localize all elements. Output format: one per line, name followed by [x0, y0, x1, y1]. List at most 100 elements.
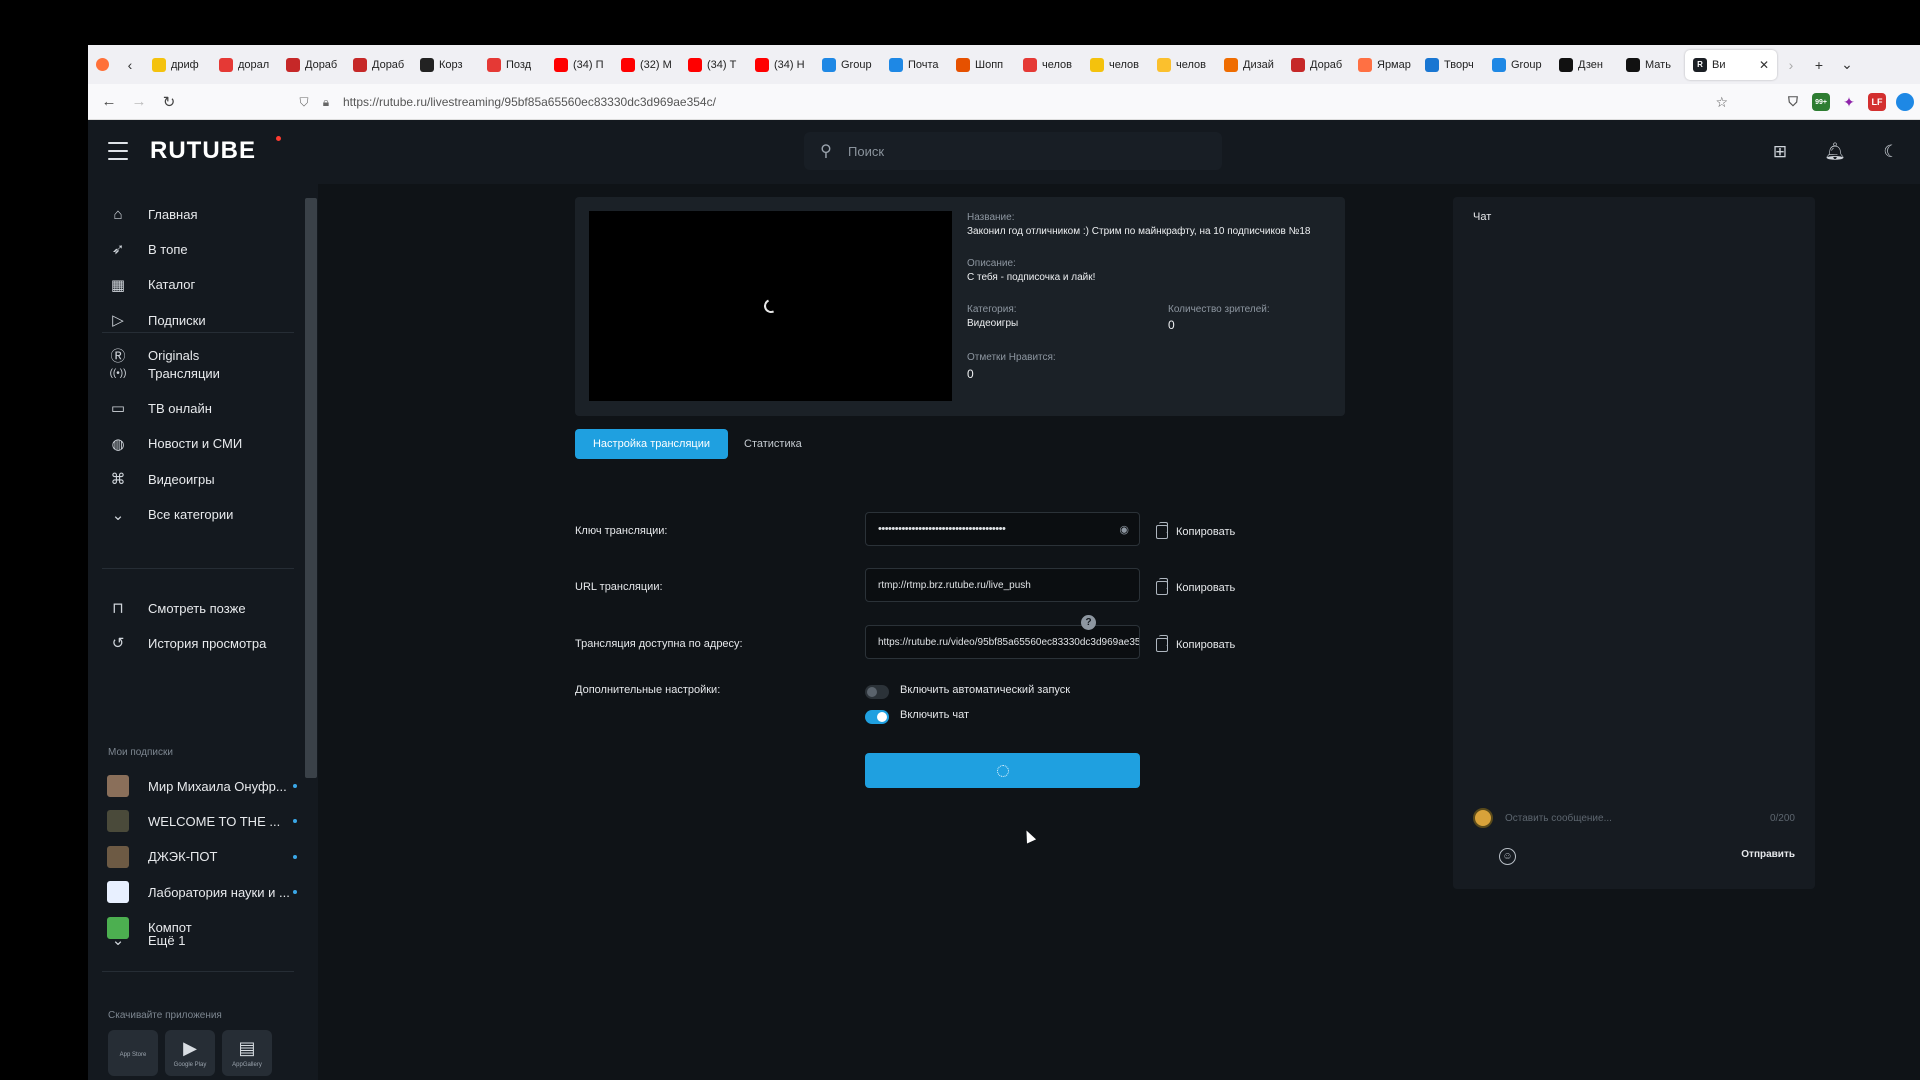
firefox-icon[interactable] — [88, 51, 116, 79]
subscription-item[interactable]: Лаборатория науки и ... — [88, 876, 302, 908]
browser-tab[interactable]: Group — [814, 50, 881, 80]
search-icon[interactable]: ⚲ — [804, 141, 848, 161]
autostart-toggle[interactable] — [865, 685, 889, 699]
browser-tab[interactable]: Шопп — [948, 50, 1015, 80]
browser-tab[interactable]: Ярмар — [1350, 50, 1417, 80]
stream-key-field[interactable]: •••••••••••••••••••••••••••••••••••••• ◉ — [865, 512, 1140, 546]
copy-address-button[interactable]: Копировать — [1156, 635, 1235, 655]
extension-badge-icon[interactable]: 99+ — [1812, 93, 1830, 111]
stream-key-value[interactable]: •••••••••••••••••••••••••••••••••••••• — [878, 523, 1006, 535]
profile-extension-icon[interactable] — [1896, 93, 1914, 111]
forward-arrow-icon[interactable]: → — [124, 87, 154, 117]
sidebar-item[interactable]: ▭ ТВ онлайн — [88, 392, 302, 424]
copy-icon — [1156, 635, 1168, 652]
stream-url-value[interactable]: rtmp://rtmp.brz.rutube.ru/live_push — [878, 580, 1031, 591]
sidebar-item[interactable]: ↺ История просмотра — [88, 627, 302, 659]
sidebar-item-more[interactable]: ⌄ Ещё 1 — [88, 924, 302, 956]
sidebar-item[interactable]: ◍ Новости и СМИ — [88, 428, 302, 460]
browser-tab[interactable]: Мать — [1618, 50, 1685, 80]
browser-tab[interactable]: Дораб — [1283, 50, 1350, 80]
shield-icon[interactable]: ⛉ — [293, 95, 315, 110]
browser-tab[interactable]: Творч — [1417, 50, 1484, 80]
browser-tab[interactable]: (34) Т — [680, 50, 747, 80]
browser-tab[interactable]: Корз — [412, 50, 479, 80]
browser-tab[interactable]: челов — [1082, 50, 1149, 80]
address-bar[interactable]: ⛉ 🔒︎ https://rutube.ru/livestreaming/95b… — [293, 88, 1728, 116]
new-tab-icon[interactable]: + — [1805, 51, 1833, 79]
close-tab-icon[interactable]: ✕ — [1759, 58, 1769, 72]
sidebar-item[interactable]: ▦ Каталог — [88, 269, 302, 301]
rutube-logo[interactable]: RUTUBE — [150, 137, 256, 165]
notifications-bell-icon[interactable]: 🔔︎ — [1823, 140, 1847, 164]
search-input[interactable] — [848, 143, 1188, 159]
stream-address-value[interactable]: https://rutube.ru/video/95bf85a65560ec83… — [878, 637, 1139, 648]
subscription-item[interactable]: ДЖЭК-ПОТ — [88, 841, 302, 873]
chat-toggle[interactable] — [865, 710, 889, 724]
browser-tab[interactable]: Дораб — [345, 50, 412, 80]
puzzle-icon[interactable]: ✦ — [1840, 93, 1858, 111]
tab-statistics[interactable]: Статистика — [744, 429, 802, 459]
bookmark-star-icon[interactable]: ☆ — [1715, 94, 1728, 111]
sidebar-item[interactable]: ⌄ Все категории — [88, 499, 302, 531]
eye-icon[interactable]: ◉ — [1119, 523, 1129, 536]
browser-tab[interactable]: Group — [1484, 50, 1551, 80]
stream-url-field[interactable]: rtmp://rtmp.brz.rutube.ru/live_push — [865, 568, 1140, 602]
tabs-scroll-right-icon[interactable]: › — [1777, 51, 1805, 79]
copy-url-button[interactable]: Копировать — [1156, 578, 1235, 598]
sidebar-item[interactable]: ➶ В топе — [88, 233, 302, 265]
help-question-icon[interactable]: ? — [1081, 615, 1096, 630]
back-arrow-icon[interactable]: ← — [94, 87, 124, 117]
subscription-item[interactable]: WELCOME TO THE ... — [88, 805, 302, 837]
dark-mode-moon-icon[interactable]: ☾ — [1879, 140, 1903, 164]
tabs-scroll-left-icon[interactable]: ‹ — [116, 51, 144, 79]
app-store-button[interactable]: ▤ AppGallery — [222, 1030, 272, 1076]
send-message-button[interactable]: Отправить — [1741, 849, 1795, 860]
app-store-button[interactable]: ▶ Google Play — [165, 1030, 215, 1076]
lf-extension-icon[interactable]: LF — [1868, 93, 1886, 111]
browser-tab[interactable]: (34) Н — [747, 50, 814, 80]
browser-nav-bar: ← → ↻ ⛉ 🔒︎ https://rutube.ru/livestreami… — [88, 84, 1920, 120]
emoji-smile-icon[interactable]: ☺ — [1499, 848, 1516, 865]
browser-tab[interactable]: Почта — [881, 50, 948, 80]
lock-icon[interactable]: 🔒︎ — [315, 95, 337, 110]
save-stream-button[interactable] — [865, 753, 1140, 788]
browser-tab[interactable]: дорал — [211, 50, 278, 80]
search-box[interactable]: ⚲ — [804, 132, 1222, 170]
tab-stream-settings[interactable]: Настройка трансляции — [575, 429, 728, 459]
pocket-icon[interactable]: ⛉ — [1784, 93, 1802, 111]
browser-tab[interactable]: Дизай — [1216, 50, 1283, 80]
browser-tab[interactable]: челов — [1149, 50, 1216, 80]
browser-tab[interactable]: дриф — [144, 50, 211, 80]
upload-plus-icon[interactable]: ⊞ — [1768, 140, 1792, 164]
menu-burger-icon[interactable] — [108, 142, 128, 160]
stream-address-field[interactable]: https://rutube.ru/video/95bf85a65560ec83… — [865, 625, 1140, 659]
tab-favicon-icon — [420, 57, 434, 72]
stream-title-label: Название: — [967, 212, 1015, 223]
sidebar-item[interactable]: ⌘ Видеоигры — [88, 463, 302, 495]
sidebar-item[interactable]: ⌂ Главная — [88, 198, 302, 230]
browser-tab[interactable]: (34) П — [546, 50, 613, 80]
browser-tab[interactable]: Дзен — [1551, 50, 1618, 80]
browser-tab[interactable]: Дораб — [278, 50, 345, 80]
sidebar-scrollbar-thumb[interactable] — [305, 198, 317, 778]
browser-tab-active[interactable]: R Ви ✕ — [1685, 49, 1777, 80]
app-store-button[interactable]: App Store — [108, 1030, 158, 1076]
copy-key-button[interactable]: Копировать — [1156, 522, 1235, 542]
browser-tab[interactable]: челов — [1015, 50, 1082, 80]
browser-tab[interactable]: Позд — [479, 50, 546, 80]
sidebar-scrollbar[interactable] — [302, 184, 318, 1080]
autostart-toggle-label[interactable]: Включить автоматический запуск — [900, 684, 1070, 696]
reload-icon[interactable]: ↻ — [154, 87, 184, 117]
chat-toggle-label[interactable]: Включить чат — [900, 709, 969, 721]
chat-message-input[interactable] — [1505, 808, 1705, 828]
subscription-item[interactable]: Мир Михаила Онуфр... — [88, 770, 302, 802]
url-text[interactable]: https://rutube.ru/livestreaming/95bf85a6… — [343, 95, 716, 109]
browser-tab[interactable]: (32) М — [613, 50, 680, 80]
sidebar-item[interactable]: ⊓ Смотреть позже — [88, 592, 302, 624]
sidebar-item[interactable]: ((•)) Трансляции — [88, 357, 302, 389]
video-player[interactable] — [589, 211, 952, 401]
toggle-knob — [867, 687, 877, 697]
browser-window: ‹ дриф дорал Дораб Дораб Корз Позд (34) П (32) … — [88, 45, 1920, 1080]
tab-list-chevron-down-icon[interactable]: ⌄ — [1833, 51, 1861, 79]
stream-address-label: Трансляция доступна по адресу: — [575, 638, 743, 650]
